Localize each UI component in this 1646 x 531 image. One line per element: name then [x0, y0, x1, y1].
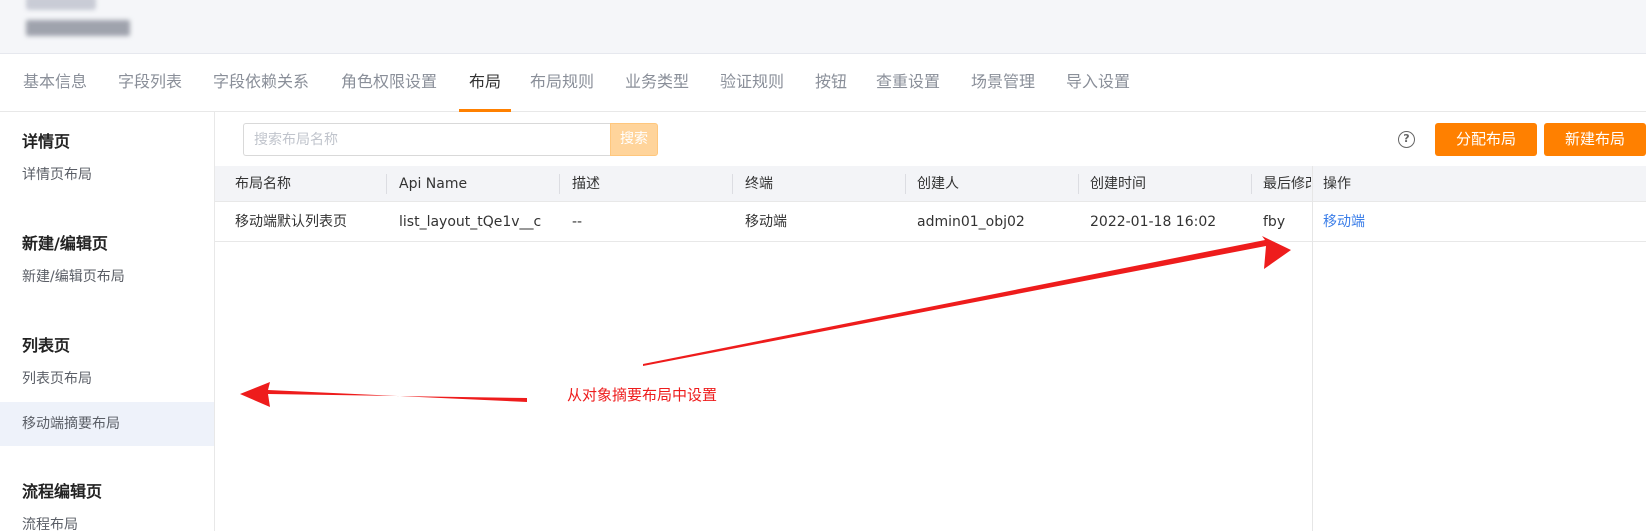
- cell-api-name: list_layout_tQe1v__c: [399, 214, 542, 230]
- cell-created-time: 2022-01-18 16:02: [1090, 214, 1217, 230]
- tab-field-list[interactable]: 字段列表: [118, 54, 182, 112]
- column-separator[interactable]: [1251, 174, 1252, 194]
- tab-bar: 基本信息 字段列表 字段依赖关系 角色权限设置 布局 布局规则 业务类型 验证规…: [0, 54, 1646, 112]
- sidebar-section-list: 列表页: [22, 336, 71, 355]
- action-column-divider: [1312, 166, 1313, 531]
- column-header-creator: 创建人: [917, 176, 959, 192]
- tab-validation-rules[interactable]: 验证规则: [720, 54, 784, 112]
- cell-last-modified: fby: [1263, 214, 1286, 230]
- column-header-terminal: 终端: [745, 176, 773, 192]
- sidebar-item-mobile-summary-layout[interactable]: 移动端摘要布局: [0, 402, 214, 446]
- annotation-text: 从对象摘要布局中设置: [567, 386, 718, 404]
- tab-role-permission[interactable]: 角色权限设置: [341, 54, 437, 112]
- sidebar-item-detail-layout[interactable]: 详情页布局: [0, 153, 214, 197]
- column-separator[interactable]: [732, 174, 733, 194]
- new-layout-button[interactable]: 新建布局: [1544, 123, 1646, 156]
- column-header-last-modified: 最后修改: [1263, 176, 1311, 192]
- cell-description: --: [572, 214, 583, 230]
- column-separator[interactable]: [1078, 174, 1079, 194]
- search-button[interactable]: 搜索: [610, 123, 658, 156]
- help-icon[interactable]: ?: [1398, 131, 1415, 148]
- sidebar-section-edit: 新建/编辑页: [22, 234, 108, 253]
- object-header: [0, 0, 1646, 54]
- tab-field-dependency[interactable]: 字段依赖关系: [213, 54, 309, 112]
- layout-sidebar: 详情页 详情页布局 新建/编辑页 新建/编辑页布局 列表页 列表页布局 移动端摘…: [0, 112, 215, 531]
- sidebar-item-list-layout[interactable]: 列表页布局: [0, 357, 214, 401]
- tab-import-settings[interactable]: 导入设置: [1066, 54, 1130, 112]
- cell-layout-name: 移动端默认列表页: [235, 214, 347, 230]
- column-separator[interactable]: [559, 174, 560, 194]
- cell-terminal: 移动端: [745, 214, 787, 230]
- column-header-description: 描述: [572, 176, 600, 192]
- object-subtitle-blurred: [26, 20, 130, 36]
- cell-creator: admin01_obj02: [917, 214, 1025, 230]
- column-header-actions: 操作: [1323, 176, 1351, 192]
- tab-basic-info[interactable]: 基本信息: [23, 54, 87, 112]
- annotation-arrow-right: [643, 236, 1291, 366]
- sidebar-section-detail: 详情页: [22, 132, 71, 151]
- tab-scene-management[interactable]: 场景管理: [971, 54, 1035, 112]
- tab-duplicate-check[interactable]: 查重设置: [876, 54, 940, 112]
- sidebar-item-flow-layout[interactable]: 流程布局: [0, 503, 214, 531]
- sidebar-item-edit-layout[interactable]: 新建/编辑页布局: [0, 255, 214, 299]
- tab-buttons[interactable]: 按钮: [815, 54, 847, 112]
- table-row: 移动端默认列表页 list_layout_tQe1v__c -- 移动端 adm…: [215, 202, 1646, 242]
- column-header-created-time: 创建时间: [1090, 176, 1146, 192]
- tab-layout[interactable]: 布局: [458, 54, 512, 112]
- assign-layout-button[interactable]: 分配布局: [1435, 123, 1537, 156]
- column-header-api-name: Api Name: [399, 176, 468, 192]
- tab-layout-rules[interactable]: 布局规则: [530, 54, 594, 112]
- layout-search-input[interactable]: [243, 123, 611, 156]
- table-header: 布局名称 Api Name 描述 终端 创建人 创建时间 最后修改 操作: [215, 166, 1646, 202]
- sidebar-section-flow: 流程编辑页: [22, 482, 103, 501]
- column-separator[interactable]: [905, 174, 906, 194]
- column-separator[interactable]: [386, 174, 387, 194]
- tab-business-type[interactable]: 业务类型: [625, 54, 689, 112]
- column-header-layout-name: 布局名称: [235, 176, 291, 192]
- cell-action-link[interactable]: 移动端: [1323, 202, 1365, 242]
- object-title-blurred: [26, 0, 96, 10]
- annotation-arrow-left: [240, 382, 527, 407]
